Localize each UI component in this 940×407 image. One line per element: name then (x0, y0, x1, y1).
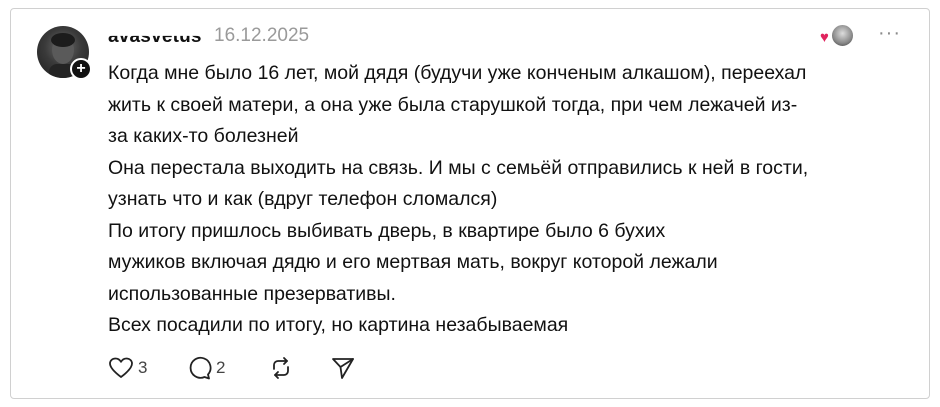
post-date: 16.12.2025 (214, 25, 310, 46)
follow-button[interactable]: + (70, 58, 92, 80)
post-text-line: По итогу пришлось выбивать дверь, в квар… (108, 219, 666, 242)
heart-icon: ♥ (820, 29, 829, 46)
liker-avatar (831, 24, 854, 47)
liked-by-author-indicator: ♥ (820, 24, 854, 47)
post-text-line: Она перестала выходить на связь. И мы с … (108, 156, 809, 179)
post-text-line: за каких-то болезней (108, 125, 299, 147)
repost-button[interactable] (268, 355, 294, 381)
reply-button[interactable]: 2 (186, 355, 225, 381)
post-text-line: жить к своей матери, а она уже была стар… (108, 93, 798, 116)
post-body: Когда мне было 16 лет, мой дядя (будучи … (108, 58, 908, 342)
like-button[interactable]: 3 (108, 355, 147, 381)
send-icon (330, 355, 356, 381)
comment-bubble-icon (186, 355, 212, 381)
reply-count: 2 (216, 358, 226, 377)
post-text-line: Когда мне было 16 лет, мой дядя (будучи … (108, 62, 807, 84)
heart-icon (108, 355, 134, 381)
share-button[interactable] (330, 355, 356, 381)
post-text-line: мужиков включая дядю и его мертвая мать,… (108, 251, 718, 273)
repost-icon (268, 355, 294, 381)
like-count: 3 (138, 358, 148, 377)
more-dots-icon[interactable]: ··· (878, 22, 901, 45)
post-text-line: узнать что и как (вдруг телефон сломался… (108, 188, 498, 210)
post-text-line: Всех посадили по итогу, но картина незаб… (108, 314, 569, 336)
post-text-line: использованные презервативы. (108, 282, 396, 305)
